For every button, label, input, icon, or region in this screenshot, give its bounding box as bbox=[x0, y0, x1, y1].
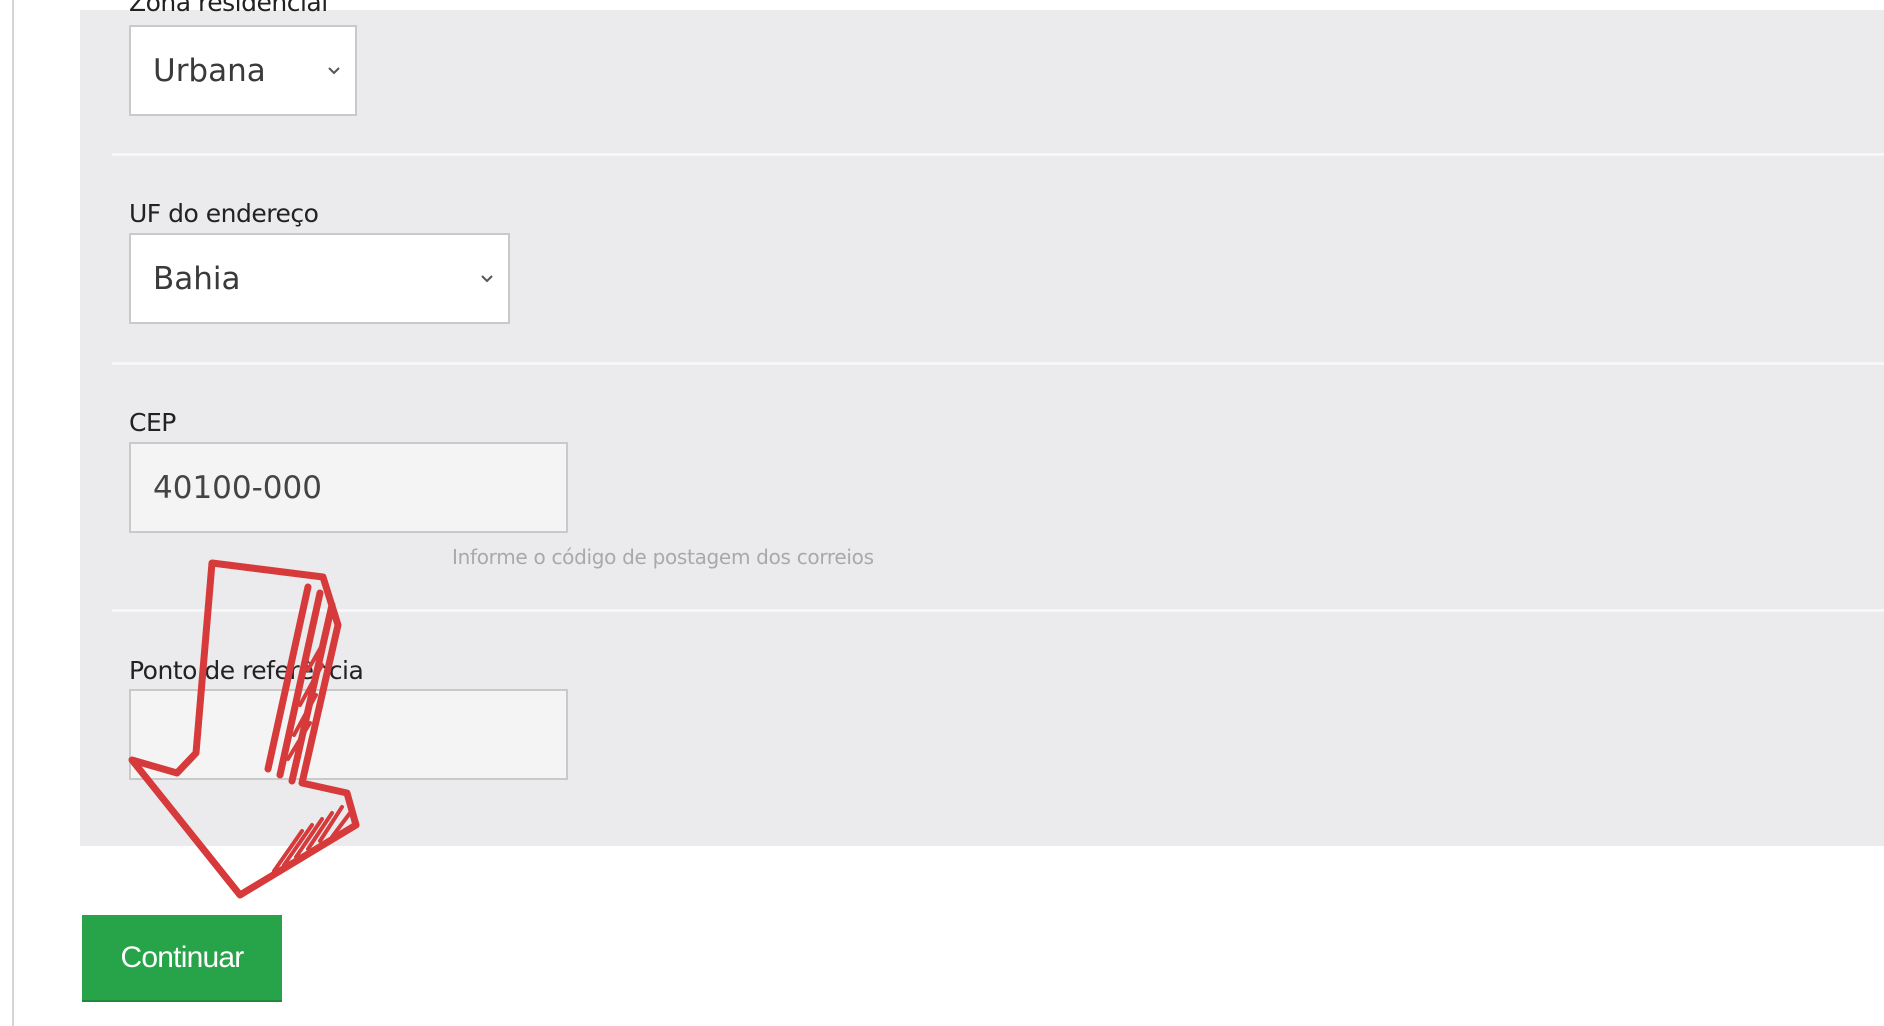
ponto-referencia-label: Ponto de referência bbox=[129, 656, 364, 685]
cep-label: CEP bbox=[129, 408, 176, 437]
field-divider bbox=[112, 153, 1884, 156]
zona-residencial-label: Zona residencial bbox=[129, 0, 328, 17]
cep-input[interactable]: 40100-000 bbox=[129, 442, 568, 533]
chevron-down-icon bbox=[328, 66, 340, 74]
field-divider bbox=[112, 362, 1884, 365]
zona-residencial-selected-value: Urbana bbox=[153, 52, 266, 89]
chevron-down-icon bbox=[481, 274, 493, 282]
continue-button-label: Continuar bbox=[120, 940, 245, 974]
uf-endereco-label: UF do endereço bbox=[129, 199, 319, 228]
cep-help-text: Informe o código de postagem dos correio… bbox=[452, 545, 874, 569]
uf-endereco-select[interactable]: Bahia bbox=[129, 233, 510, 324]
page-left-border bbox=[12, 0, 14, 1026]
zona-residencial-select[interactable]: Urbana bbox=[129, 25, 357, 116]
field-divider bbox=[112, 609, 1884, 612]
continue-button[interactable]: Continuar bbox=[82, 915, 282, 1000]
cep-input-value: 40100-000 bbox=[153, 469, 322, 506]
uf-endereco-selected-value: Bahia bbox=[153, 260, 241, 297]
ponto-referencia-input[interactable] bbox=[129, 689, 568, 780]
